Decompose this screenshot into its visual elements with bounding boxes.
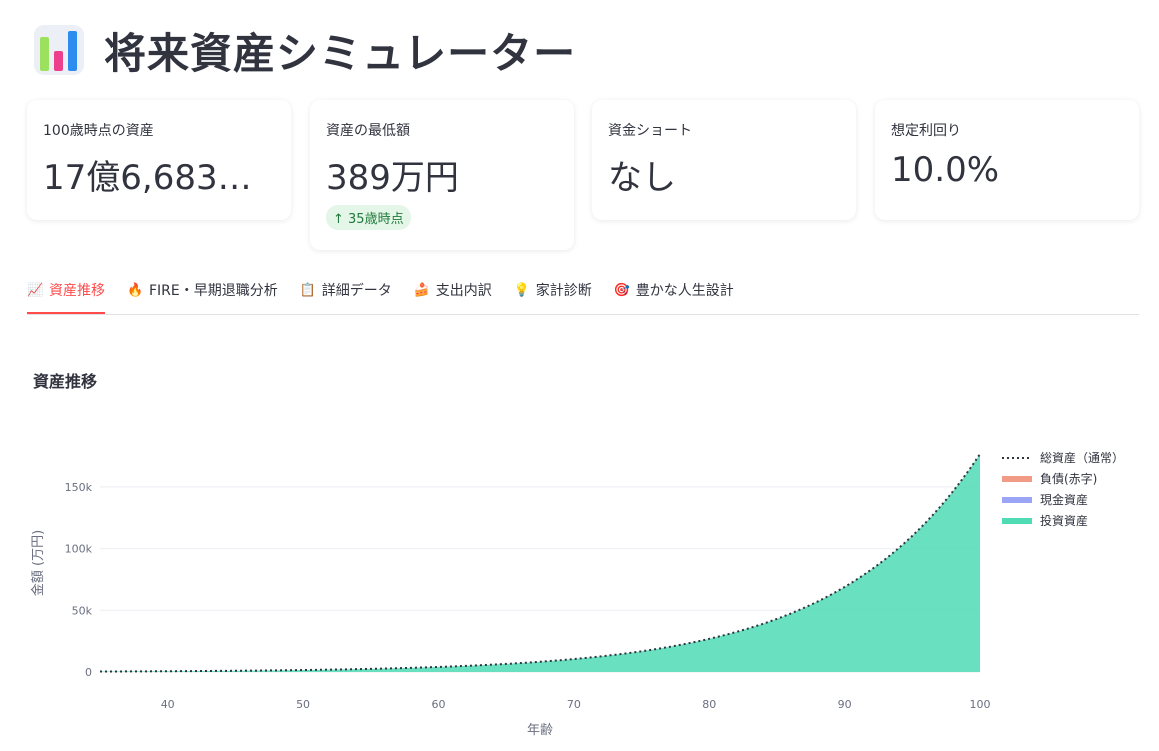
fire-icon: 🔥	[127, 282, 144, 298]
metric-delta-badge: ↑ 35歳時点	[326, 205, 411, 230]
legend-entry: 投資資産	[1040, 513, 1088, 528]
tab-bar: 📈 資産推移 🔥 FIRE・早期退職分析 📋 詳細データ 🍰 支出内訳 💡 家計診断 🎯 豊…	[27, 268, 1139, 315]
y-tick-label: 100k	[65, 543, 93, 556]
x-tick-label: 100	[970, 698, 991, 711]
metric-label: 資金ショート	[608, 123, 692, 139]
y-tick-label: 50k	[72, 604, 93, 617]
x-tick-label: 90	[838, 698, 852, 711]
metric-label: 資産の最低額	[326, 123, 410, 139]
metric-delta-text: 35歳時点	[348, 212, 404, 227]
section-title: 資産推移	[33, 372, 98, 391]
legend-entry: 負債(赤字)	[1040, 471, 1097, 486]
bar-chart-icon	[34, 25, 84, 75]
x-tick-label: 60	[431, 698, 445, 711]
metric-value: 389万円	[326, 158, 459, 198]
arrow-up-icon: ↑	[333, 212, 349, 227]
tab-label: FIRE・早期退職分析	[149, 283, 278, 299]
y-tick-label: 150k	[65, 481, 93, 494]
metric-card-cash-shortage: 資金ショート なし	[592, 100, 856, 220]
x-tick-label: 70	[567, 698, 581, 711]
chart-increasing-icon: 📈	[27, 282, 44, 298]
legend-swatch	[1002, 518, 1032, 524]
metric-label: 想定利回り	[891, 123, 961, 139]
tab-household-diagnosis[interactable]: 💡 家計診断	[514, 268, 592, 312]
asset-trend-chart: 0 50k 100k 150k 40 50 60 70 80 90 100 年齢 金額 (万円) 総資産（…	[30, 450, 1124, 738]
cake-icon: 🍰	[413, 282, 430, 298]
metric-card-asset-at-100: 100歳時点の資産 17億6,683…	[27, 100, 291, 220]
x-tick-label: 40	[161, 698, 175, 711]
tab-label: 家計診断	[535, 283, 592, 299]
x-tick-label: 50	[296, 698, 310, 711]
tab-label: 豊かな人生設計	[635, 283, 734, 299]
legend-swatch	[1002, 497, 1032, 503]
tab-asset-trend[interactable]: 📈 資産推移	[27, 268, 105, 314]
x-tick-label: 80	[702, 698, 716, 711]
metric-value: なし	[608, 158, 676, 198]
tab-label: 資産推移	[49, 283, 105, 299]
metric-card-minimum-asset: 資産の最低額 389万円 ↑ 35歳時点	[310, 100, 574, 250]
lightbulb-icon: 💡	[513, 282, 530, 298]
metric-value: 17億6,683…	[43, 158, 252, 198]
legend-entry: 現金資産	[1040, 492, 1088, 507]
tab-life-design[interactable]: 🎯 豊かな人生設計	[614, 268, 734, 312]
clipboard-icon: 📋	[299, 282, 316, 298]
metric-card-expected-return: 想定利回り 10.0%	[875, 100, 1139, 220]
target-icon: 🎯	[613, 282, 630, 298]
title-row: 将来資産シミュレーター	[34, 20, 576, 80]
legend-swatch	[1002, 476, 1032, 482]
tab-label: 詳細データ	[321, 283, 392, 299]
tab-expense-breakdown[interactable]: 🍰 支出内訳	[414, 268, 492, 312]
y-axis-title: 金額 (万円)	[30, 530, 46, 596]
tab-label: 支出内訳	[435, 283, 492, 299]
metric-value: 10.0%	[891, 150, 1000, 190]
tab-detail-data[interactable]: 📋 詳細データ	[300, 268, 392, 312]
tab-fire-analysis[interactable]: 🔥 FIRE・早期退職分析	[127, 268, 278, 312]
page-title: 将来資産シミュレーター	[104, 28, 577, 78]
legend-entry: 総資産（通常）	[1040, 450, 1124, 465]
x-axis-title: 年齢	[527, 723, 553, 738]
y-tick-label: 0	[85, 666, 92, 679]
metric-label: 100歳時点の資産	[43, 123, 154, 139]
